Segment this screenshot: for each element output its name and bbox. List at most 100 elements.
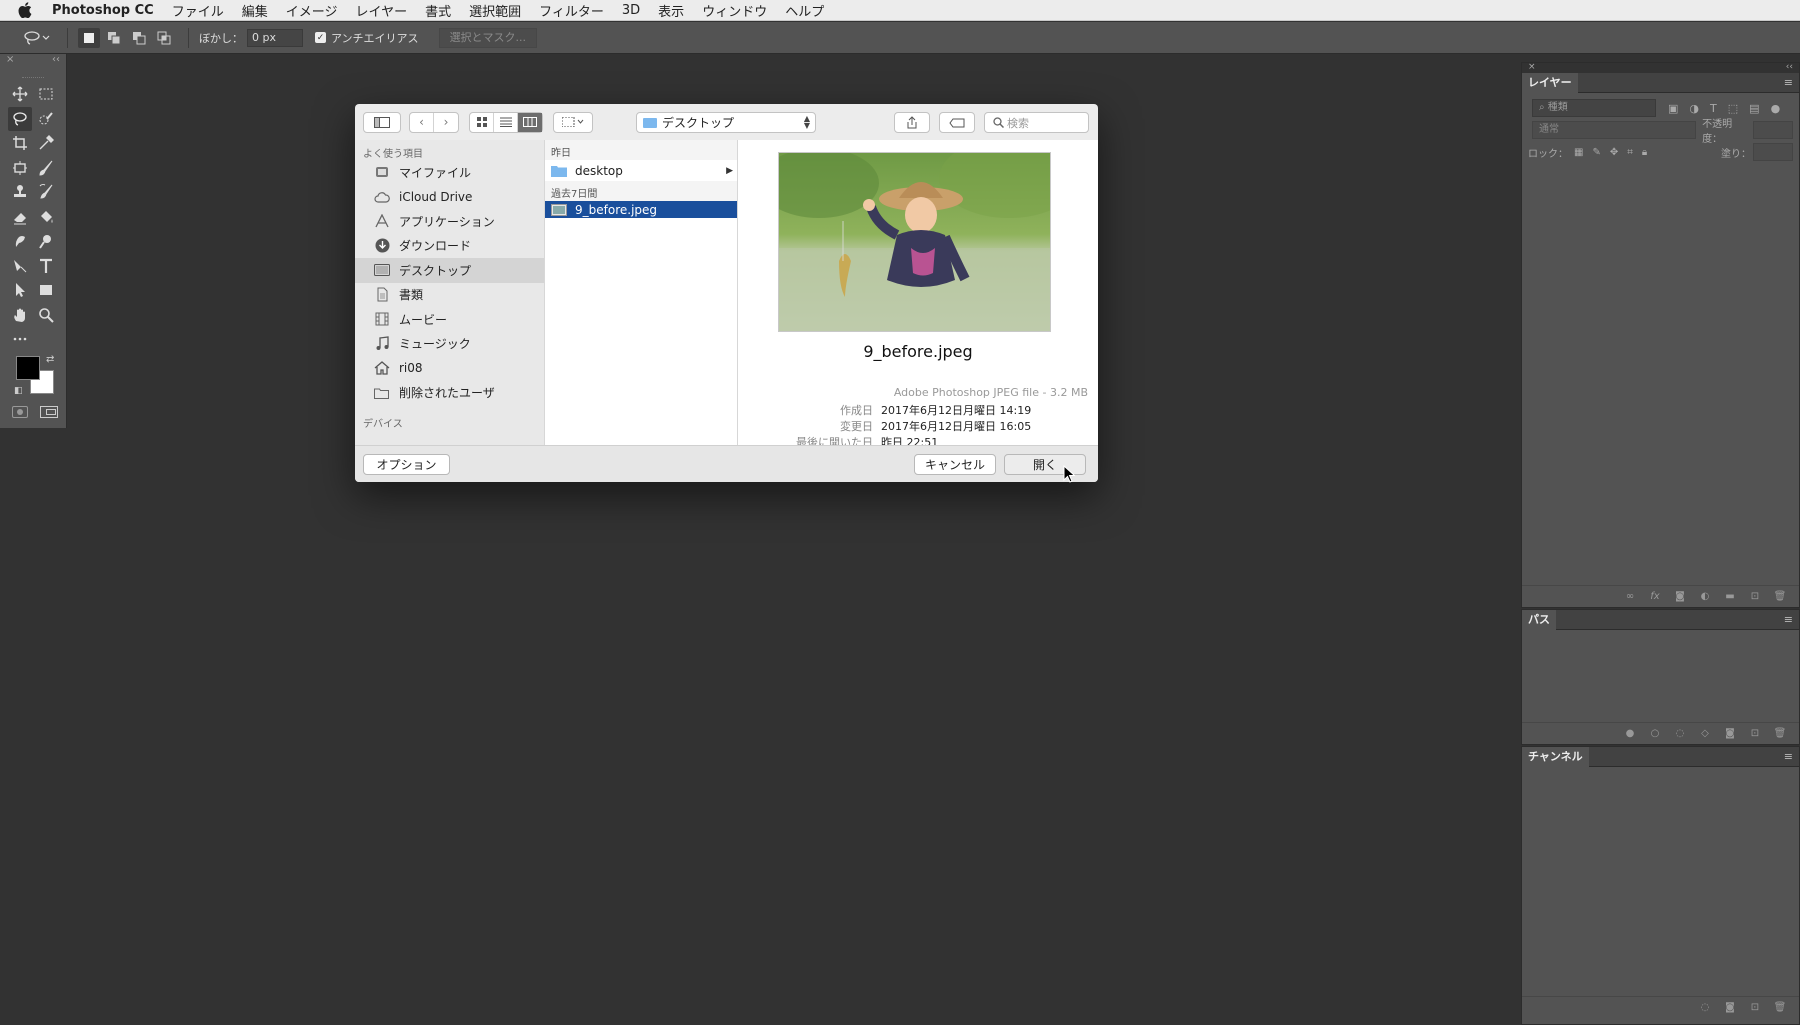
close-icon[interactable]: × [1528, 63, 1536, 73]
type-tool[interactable] [34, 254, 58, 279]
hand-tool[interactable] [8, 303, 32, 328]
sidebar-item-downloads[interactable]: ダウンロード [355, 234, 544, 259]
apple-icon[interactable] [18, 2, 32, 18]
menu-help[interactable]: ヘルプ [785, 1, 824, 20]
lock-pixels-icon[interactable]: ✎ [1592, 147, 1600, 158]
quick-selection-tool[interactable] [34, 107, 58, 132]
trash-icon[interactable]: 🗑︎ [1773, 728, 1787, 740]
group-by-button[interactable] [553, 111, 593, 133]
select-and-mask-button[interactable]: 選択とマスク... [438, 27, 538, 48]
menu-edit[interactable]: 編集 [242, 1, 268, 20]
filter-toggle-icon[interactable]: ● [1771, 102, 1781, 115]
menu-window[interactable]: ウィンドウ [702, 1, 767, 20]
menu-filter[interactable]: フィルター [539, 1, 604, 20]
tab-channels[interactable]: チャンネル [1522, 746, 1589, 767]
paint-bucket-tool[interactable] [34, 205, 58, 230]
trash-icon[interactable]: 🗑︎ [1773, 1002, 1787, 1014]
tools-grip[interactable] [22, 68, 44, 78]
panel-menu-icon[interactable]: ≡ [1784, 76, 1793, 89]
image-filter-icon[interactable]: ▣ [1668, 102, 1678, 115]
sidebar-item-music[interactable]: ミュージック [355, 332, 544, 357]
eyedropper-tool[interactable] [34, 131, 58, 156]
back-button[interactable]: ‹ [410, 112, 434, 132]
marquee-tool[interactable] [34, 82, 58, 107]
sidebar-item-icloud[interactable]: iCloud Drive [355, 185, 544, 210]
frame-tool[interactable] [8, 156, 32, 181]
sidebar-item-movies[interactable]: ムービー [355, 307, 544, 332]
sidebar-item-my-files[interactable]: マイファイル [355, 160, 544, 185]
lasso-preset-picker[interactable] [20, 28, 54, 48]
add-selection-button[interactable] [103, 28, 125, 48]
menu-layer[interactable]: レイヤー [355, 1, 407, 20]
lock-all-icon[interactable]: 🔒︎ [1642, 147, 1647, 158]
intersect-selection-button[interactable] [153, 28, 175, 48]
list-view-button[interactable] [494, 112, 518, 132]
menu-view[interactable]: 表示 [658, 1, 684, 20]
smart-object-filter-icon[interactable]: ▤ [1749, 102, 1759, 115]
subtract-selection-button[interactable] [128, 28, 150, 48]
share-button[interactable] [894, 112, 930, 133]
brush-tool[interactable] [34, 156, 58, 181]
more-tools-button[interactable] [8, 327, 32, 352]
screen-mode-button[interactable] [40, 406, 58, 418]
antialias-checkbox[interactable]: ✓ [315, 32, 326, 43]
sidebar-item-home[interactable]: ri08 [355, 356, 544, 381]
pen-tool[interactable] [8, 254, 32, 279]
lock-position-icon[interactable]: ✥ [1610, 147, 1618, 158]
sidebar-item-desktop[interactable]: デスクトップ [355, 258, 544, 283]
save-selection-icon[interactable]: ◙ [1723, 1002, 1737, 1014]
sidebar-item-deleted-users[interactable]: 削除されたユーザ [355, 381, 544, 406]
list-item-folder[interactable]: desktop ▶ [545, 160, 737, 181]
move-tool[interactable] [8, 82, 32, 107]
location-popup[interactable]: デスクトップ ▲ ▼ [636, 112, 816, 133]
crop-tool[interactable] [8, 131, 32, 156]
opacity-input[interactable] [1753, 121, 1793, 139]
swap-colors-icon[interactable]: ⇄ [46, 354, 54, 365]
stamp-tool[interactable] [8, 180, 32, 205]
eraser-tool[interactable] [8, 205, 32, 230]
path-selection-tool[interactable] [8, 278, 32, 303]
adjustment-filter-icon[interactable]: ◑ [1689, 102, 1699, 115]
new-path-icon[interactable]: ⊡ [1748, 728, 1762, 740]
feather-input[interactable]: 0 px [247, 28, 303, 47]
make-path-icon[interactable]: ◇ [1698, 728, 1712, 740]
lock-transparent-icon[interactable]: ▦ [1574, 147, 1583, 158]
fill-path-icon[interactable]: ● [1623, 728, 1637, 740]
new-selection-button[interactable] [78, 27, 100, 48]
lasso-tool[interactable] [8, 106, 32, 131]
mask-icon[interactable]: ◙ [1673, 591, 1687, 603]
color-swatches[interactable]: ⇄ ◧ [14, 354, 58, 398]
layer-filter-select[interactable]: ⌕ 種類 [1532, 99, 1656, 117]
tag-button[interactable] [939, 112, 975, 133]
lock-artboard-icon[interactable]: ⌗ [1627, 147, 1633, 158]
smudge-tool[interactable] [8, 229, 32, 254]
mask-icon[interactable]: ◙ [1723, 728, 1737, 740]
sidebar-item-applications[interactable]: アプリケーション [355, 209, 544, 234]
default-colors-icon[interactable]: ◧ [14, 386, 23, 396]
shape-filter-icon[interactable]: ⬚ [1728, 102, 1738, 115]
foreground-color[interactable] [16, 356, 40, 380]
fill-input[interactable] [1753, 143, 1793, 161]
collapse-icon[interactable]: ‹‹ [1786, 63, 1793, 73]
menu-image[interactable]: イメージ [286, 1, 338, 20]
tab-layers[interactable]: レイヤー [1522, 72, 1578, 93]
panel-menu-icon[interactable]: ≡ [1784, 750, 1793, 763]
new-layer-icon[interactable]: ⊡ [1748, 591, 1762, 603]
stroke-path-icon[interactable]: ○ [1648, 728, 1662, 740]
sidebar-toggle-button[interactable] [363, 111, 401, 133]
menu-type[interactable]: 書式 [425, 1, 451, 20]
forward-button[interactable]: › [434, 113, 458, 132]
close-icon[interactable]: × [6, 54, 14, 68]
tab-paths[interactable]: パス [1522, 609, 1556, 630]
column-view-button[interactable] [518, 112, 542, 132]
blend-mode-select[interactable]: 通常 [1532, 121, 1697, 139]
rectangle-tool[interactable] [34, 278, 58, 303]
load-channel-selection-icon[interactable]: ◌ [1698, 1002, 1712, 1014]
cancel-button[interactable]: キャンセル [914, 454, 996, 475]
search-field[interactable]: 検索 [984, 112, 1089, 133]
adjustment-icon[interactable]: ◐ [1698, 591, 1712, 603]
link-icon[interactable]: ∞ [1623, 591, 1637, 603]
load-selection-icon[interactable]: ◌ [1673, 728, 1687, 740]
collapse-icon[interactable]: ‹‹ [52, 54, 60, 68]
menu-3d[interactable]: 3D [622, 3, 640, 18]
